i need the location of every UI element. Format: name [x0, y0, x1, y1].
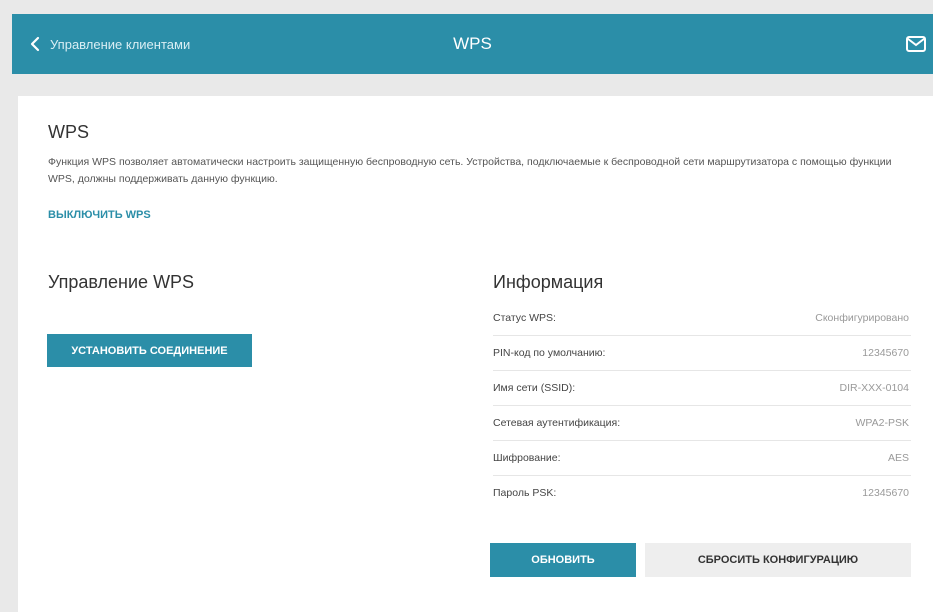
info-label: PIN-код по умолчанию:	[493, 347, 606, 359]
info-label: Имя сети (SSID):	[493, 382, 576, 394]
info-row: Шифрование: AES	[493, 441, 911, 476]
info-row: Пароль PSK: 12345670	[493, 476, 911, 510]
info-row: PIN-код по умолчанию: 12345670	[493, 336, 911, 371]
wps-description: Функция WPS позволяет автоматически наст…	[48, 156, 892, 185]
header-bar: Управление клиентами WPS	[12, 14, 933, 74]
info-label: Шифрование:	[493, 452, 561, 464]
disable-wps-link[interactable]: ВЫКЛЮЧИТЬ WPS	[48, 209, 151, 221]
info-row: Сетевая аутентификация: WPA2-PSK	[493, 406, 911, 441]
chevron-left-icon	[30, 36, 40, 52]
info-value: Сконфигурировано	[815, 312, 909, 324]
reset-config-button[interactable]: СБРОСИТЬ КОНФИГУРАЦИЮ	[645, 543, 911, 577]
wps-section-title: WPS	[48, 122, 90, 142]
refresh-button[interactable]: ОБНОВИТЬ	[490, 543, 636, 577]
info-row: Статус WPS: Сконфигурировано	[493, 301, 911, 336]
page: Управление клиентами WPS WPS Функция WPS…	[0, 0, 933, 612]
wps-management-title: Управление WPS	[48, 272, 195, 292]
info-value: WPA2-PSK	[855, 417, 909, 429]
info-label: Пароль PSK:	[493, 487, 557, 499]
info-label: Статус WPS:	[493, 312, 556, 324]
info-value: 12345670	[862, 347, 909, 359]
info-title: Информация	[493, 272, 604, 292]
content-panel: WPS Функция WPS позволяет автоматически …	[18, 96, 933, 612]
back-link[interactable]: Управление клиентами	[30, 14, 190, 74]
info-value: AES	[887, 452, 909, 464]
info-value: DIR-XXX-0104	[839, 382, 909, 394]
info-table: Статус WPS: Сконфигурировано PIN-код по …	[493, 301, 911, 510]
info-row: Имя сети (SSID): DIR-XXX-0104	[493, 371, 911, 406]
mail-icon[interactable]	[905, 34, 927, 54]
info-label: Сетевая аутентификация:	[493, 417, 621, 429]
establish-connection-button[interactable]: УСТАНОВИТЬ СОЕДИНЕНИЕ	[47, 334, 252, 367]
info-value: 12345670	[862, 487, 909, 499]
back-link-label: Управление клиентами	[50, 36, 191, 52]
